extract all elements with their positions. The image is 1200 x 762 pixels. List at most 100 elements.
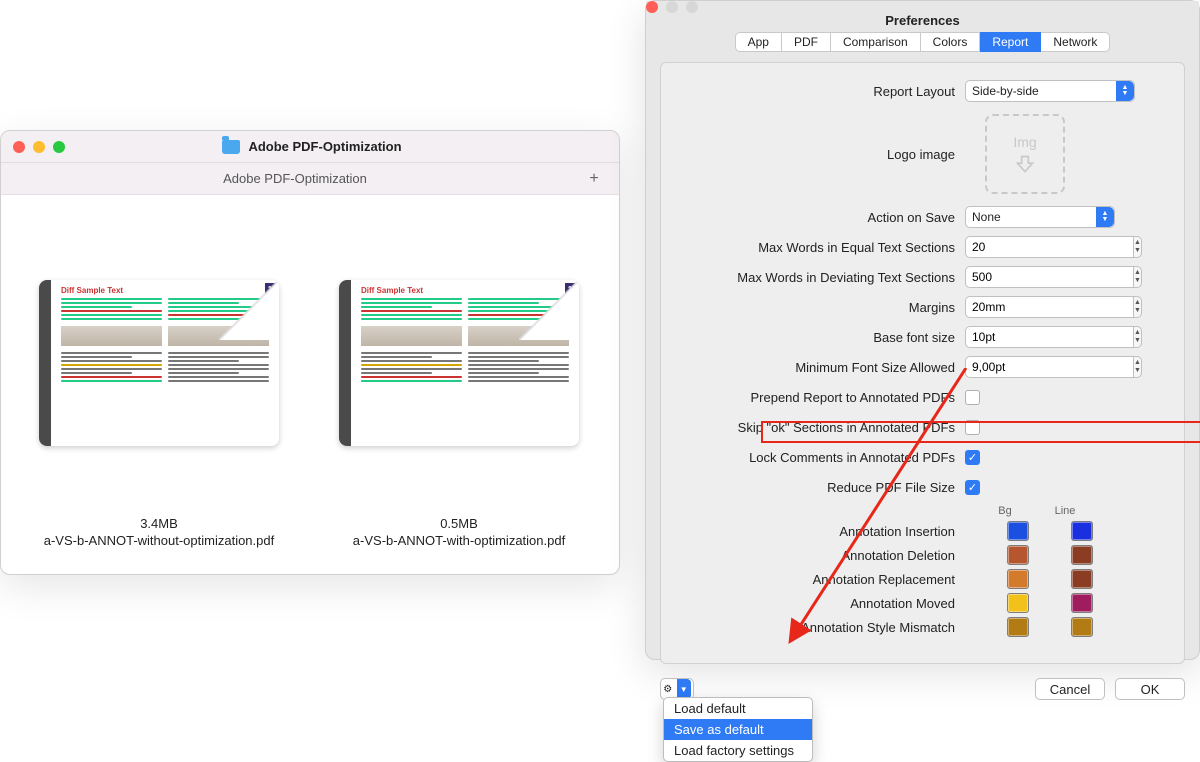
- label-logo-image: Logo image: [675, 147, 965, 162]
- file-thumbnail[interactable]: Diff Sample Text 1: [39, 280, 279, 446]
- logo-dropzone[interactable]: Img: [985, 114, 1065, 194]
- download-arrow-icon: [1015, 154, 1035, 174]
- skip-ok-checkbox[interactable]: [965, 420, 980, 435]
- max-words-equal-stepper[interactable]: ▲▼: [965, 236, 1115, 258]
- label-action-on-save: Action on Save: [675, 210, 965, 225]
- traffic-lights: [13, 141, 65, 153]
- stepper-arrows-icon[interactable]: ▲▼: [1133, 296, 1142, 318]
- files-area: Diff Sample Text 1: [1, 195, 619, 548]
- min-font-stepper[interactable]: ▲▼: [965, 356, 1115, 378]
- chevron-down-icon: ▼: [677, 679, 691, 699]
- finder-window: Adobe PDF-Optimization Adobe PDF-Optimiz…: [0, 130, 620, 575]
- close-icon[interactable]: [13, 141, 25, 153]
- select-value: None: [972, 210, 1001, 224]
- style-bg-swatch[interactable]: [1007, 617, 1029, 637]
- window-title: Preferences: [646, 13, 1199, 28]
- tab-pdf[interactable]: PDF: [782, 32, 831, 52]
- file-size: 0.5MB: [440, 516, 478, 531]
- moved-bg-swatch[interactable]: [1007, 593, 1029, 613]
- action-on-save-select[interactable]: None ▲▼: [965, 206, 1115, 228]
- color-column-headers: Bg Line: [975, 505, 1170, 517]
- label-base-font: Base font size: [675, 330, 965, 345]
- prefs-titlebar: Preferences: [646, 1, 1199, 28]
- report-layout-select[interactable]: Side-by-side ▲▼: [965, 80, 1135, 102]
- add-button[interactable]: +: [579, 166, 609, 192]
- folder-icon: [222, 140, 240, 154]
- stepper-arrows-icon[interactable]: ▲▼: [1133, 236, 1142, 258]
- page-number-badge: 1: [265, 283, 275, 295]
- label-min-font: Minimum Font Size Allowed: [675, 360, 965, 375]
- tab-network[interactable]: Network: [1041, 32, 1110, 52]
- max-words-dev-stepper[interactable]: ▲▼: [965, 266, 1115, 288]
- stepper-input[interactable]: [965, 266, 1133, 288]
- page-number-badge: 1: [565, 283, 575, 295]
- finder-toolbar: Adobe PDF-Optimization +: [1, 163, 619, 195]
- gear-icon: ⚙: [663, 684, 672, 695]
- stepper-input[interactable]: [965, 326, 1133, 348]
- stepper-arrows-icon[interactable]: ▲▼: [1133, 356, 1142, 378]
- reduce-size-checkbox[interactable]: ✓: [965, 480, 980, 495]
- menu-load-default[interactable]: Load default: [664, 698, 812, 719]
- menu-load-factory[interactable]: Load factory settings: [664, 740, 812, 761]
- minimize-icon[interactable]: [33, 141, 45, 153]
- stepper-arrows-icon[interactable]: ▲▼: [1133, 266, 1142, 288]
- file-name: a-VS-b-ANNOT-without-optimization.pdf: [44, 533, 274, 548]
- menu-save-as-default[interactable]: Save as default: [664, 719, 812, 740]
- tab-report[interactable]: Report: [980, 32, 1041, 52]
- label-report-layout: Report Layout: [675, 84, 965, 99]
- tab-app[interactable]: App: [735, 32, 782, 52]
- zoom-icon: [686, 1, 698, 13]
- label-margins: Margins: [675, 300, 965, 315]
- label-annot-style: Annotation Style Mismatch: [675, 620, 965, 635]
- tab-colors[interactable]: Colors: [921, 32, 981, 52]
- label-max-words-equal: Max Words in Equal Text Sections: [675, 240, 965, 255]
- ok-button[interactable]: OK: [1115, 678, 1185, 700]
- moved-line-swatch[interactable]: [1071, 593, 1093, 613]
- style-line-swatch[interactable]: [1071, 617, 1093, 637]
- stepper-input[interactable]: [965, 236, 1133, 258]
- preferences-tabs: App PDF Comparison Colors Report Network: [646, 32, 1199, 52]
- label-skip-ok: Skip "ok" Sections in Annotated PDFs: [675, 420, 965, 435]
- prepend-checkbox[interactable]: [965, 390, 980, 405]
- tab-comparison[interactable]: Comparison: [831, 32, 921, 52]
- base-font-stepper[interactable]: ▲▼: [965, 326, 1115, 348]
- file-name: a-VS-b-ANNOT-with-optimization.pdf: [353, 533, 565, 548]
- deletion-bg-swatch[interactable]: [1007, 545, 1029, 565]
- titlebar-title: Adobe PDF-Optimization: [65, 139, 559, 154]
- col-line: Line: [1035, 505, 1095, 517]
- settings-popup-menu: Load default Save as default Load factor…: [663, 697, 813, 762]
- insertion-bg-swatch[interactable]: [1007, 521, 1029, 541]
- minimize-icon: [666, 1, 678, 13]
- replacement-bg-swatch[interactable]: [1007, 569, 1029, 589]
- label-max-words-dev: Max Words in Deviating Text Sections: [675, 270, 965, 285]
- chevron-updown-icon: ▲▼: [1096, 207, 1114, 227]
- zoom-icon[interactable]: [53, 141, 65, 153]
- label-annot-moved: Annotation Moved: [675, 596, 965, 611]
- col-bg: Bg: [975, 505, 1035, 517]
- select-value: Side-by-side: [972, 84, 1039, 98]
- file-size: 3.4MB: [140, 516, 178, 531]
- label-lock-comments: Lock Comments in Annotated PDFs: [675, 450, 965, 465]
- prefs-footer: ⚙ ▼ Cancel OK Load default Save as defau…: [646, 678, 1199, 710]
- label-annot-replacement: Annotation Replacement: [675, 572, 965, 587]
- file-item[interactable]: Diff Sample Text 1: [29, 280, 289, 548]
- preferences-window: Preferences App PDF Comparison Colors Re…: [645, 0, 1200, 660]
- stepper-arrows-icon[interactable]: ▲▼: [1133, 326, 1142, 348]
- file-thumbnail[interactable]: Diff Sample Text 1: [339, 280, 579, 446]
- cancel-button[interactable]: Cancel: [1035, 678, 1105, 700]
- file-item[interactable]: Diff Sample Text 1: [329, 280, 589, 548]
- label-prepend: Prepend Report to Annotated PDFs: [675, 390, 965, 405]
- stepper-input[interactable]: [965, 296, 1133, 318]
- label-reduce-size: Reduce PDF File Size: [675, 480, 965, 495]
- deletion-line-swatch[interactable]: [1071, 545, 1093, 565]
- prefs-body: Report Layout Side-by-side ▲▼ Logo image…: [660, 62, 1185, 664]
- lock-comments-checkbox[interactable]: ✓: [965, 450, 980, 465]
- insertion-line-swatch[interactable]: [1071, 521, 1093, 541]
- close-icon[interactable]: [646, 1, 658, 13]
- replacement-line-swatch[interactable]: [1071, 569, 1093, 589]
- thumb-title: Diff Sample Text: [361, 286, 569, 295]
- thumb-title: Diff Sample Text: [61, 286, 269, 295]
- path-title: Adobe PDF-Optimization: [11, 171, 579, 186]
- stepper-input[interactable]: [965, 356, 1133, 378]
- margins-stepper[interactable]: ▲▼: [965, 296, 1115, 318]
